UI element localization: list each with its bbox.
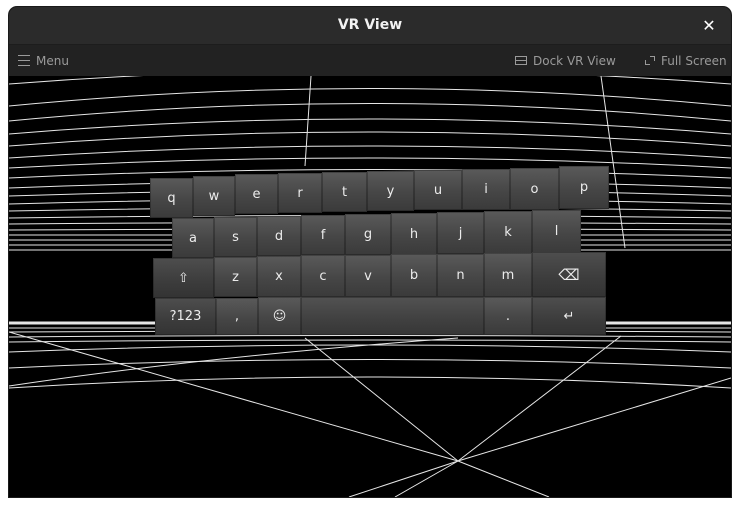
key-y[interactable]: y	[367, 171, 414, 211]
menu-label: Menu	[36, 53, 69, 68]
enter-key[interactable]: ↵	[532, 297, 606, 335]
window-title: VR View	[337, 17, 403, 33]
fullscreen-icon	[645, 56, 655, 65]
key-c[interactable]: c	[301, 255, 345, 297]
key-n[interactable]: n	[437, 254, 484, 297]
period-key[interactable]: .	[484, 297, 532, 335]
key-k[interactable]: k	[484, 211, 532, 254]
shift-key[interactable]: ⇧	[153, 258, 214, 298]
key-v[interactable]: v	[345, 255, 391, 297]
title-bar: VR View ✕	[9, 7, 731, 45]
key-o[interactable]: o	[510, 168, 559, 210]
emoji-key[interactable]: ☺	[258, 297, 301, 335]
dock-window-icon	[515, 56, 527, 65]
virtual-keyboard: q w e r t y u i o p a s d f g h j k l ⇧ …	[9, 76, 731, 497]
fullscreen-label: Full Screen	[661, 53, 727, 68]
key-p[interactable]: p	[559, 166, 609, 209]
vr-viewport[interactable]: q w e r t y u i o p a s d f g h j k l ⇧ …	[9, 76, 731, 497]
full-screen-button[interactable]: Full Screen	[645, 45, 727, 76]
key-i[interactable]: i	[462, 169, 510, 210]
key-m[interactable]: m	[484, 253, 532, 297]
key-s[interactable]: s	[214, 217, 257, 257]
key-l[interactable]: l	[532, 210, 581, 253]
key-t[interactable]: t	[322, 172, 367, 212]
key-b[interactable]: b	[391, 254, 437, 297]
key-a[interactable]: a	[172, 218, 214, 258]
close-icon[interactable]: ✕	[697, 7, 721, 44]
key-q[interactable]: q	[150, 178, 193, 218]
comma-key[interactable]: ,	[216, 298, 258, 335]
dock-label: Dock VR View	[533, 53, 616, 68]
key-z[interactable]: z	[214, 257, 257, 297]
key-x[interactable]: x	[257, 256, 301, 297]
key-w[interactable]: w	[193, 176, 235, 216]
hamburger-icon	[18, 55, 30, 66]
space-bar[interactable]	[301, 297, 484, 335]
key-f[interactable]: f	[301, 215, 345, 255]
dock-vr-view-button[interactable]: Dock VR View	[515, 45, 616, 76]
menu-button[interactable]: Menu	[18, 45, 69, 76]
key-h[interactable]: h	[391, 213, 437, 255]
symbols-key[interactable]: ?123	[155, 298, 216, 335]
key-e[interactable]: e	[235, 174, 278, 214]
key-u[interactable]: u	[414, 170, 462, 210]
backspace-key[interactable]: ⌫	[532, 252, 606, 297]
toolbar: Menu Dock VR View Full Screen	[9, 45, 731, 76]
key-g[interactable]: g	[345, 214, 391, 255]
key-d[interactable]: d	[257, 216, 301, 256]
key-j[interactable]: j	[437, 212, 484, 254]
key-r[interactable]: r	[278, 173, 322, 213]
vr-view-window: VR View ✕ Menu Dock VR View Full Screen	[9, 7, 731, 497]
